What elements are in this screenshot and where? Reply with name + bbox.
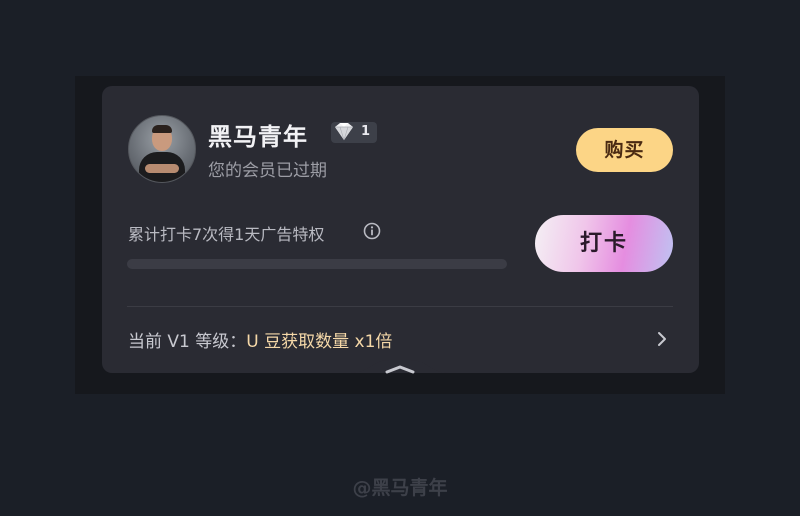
membership-status: 您的会员已过期 [208, 161, 327, 181]
username: 黑马青年 [208, 123, 308, 151]
avatar-arms-shape [145, 164, 179, 173]
watermark: @黑马青年 [352, 477, 448, 499]
current-level-label: 当前 V1 等级： [128, 332, 247, 352]
avatar-hair-shape [152, 125, 172, 133]
diamond-icon [335, 123, 353, 141]
level-benefit-text: U 豆获取数量 x1倍 [246, 332, 393, 352]
avatar[interactable] [128, 115, 196, 183]
info-icon[interactable] [363, 222, 381, 240]
chevron-up-icon[interactable] [350, 356, 450, 382]
divider [127, 306, 673, 307]
level-badge: 1 [331, 122, 377, 143]
buy-button[interactable]: 购买 [576, 128, 673, 172]
chevron-right-icon[interactable] [655, 329, 669, 349]
level-benefit-row[interactable]: 当前 V1 等级：U 豆获取数量 x1倍 [128, 327, 392, 352]
checkin-description: 累计打卡7次得1天广告特权 [128, 225, 325, 244]
checkin-button[interactable]: 打卡 [535, 215, 673, 272]
membership-card: 黑马青年 1 您的会员已过期 购买 累计打卡7次得1天广告特权 打卡 当前 V1… [102, 86, 699, 373]
checkin-progress-bar [127, 259, 507, 269]
level-number: 1 [361, 124, 371, 139]
